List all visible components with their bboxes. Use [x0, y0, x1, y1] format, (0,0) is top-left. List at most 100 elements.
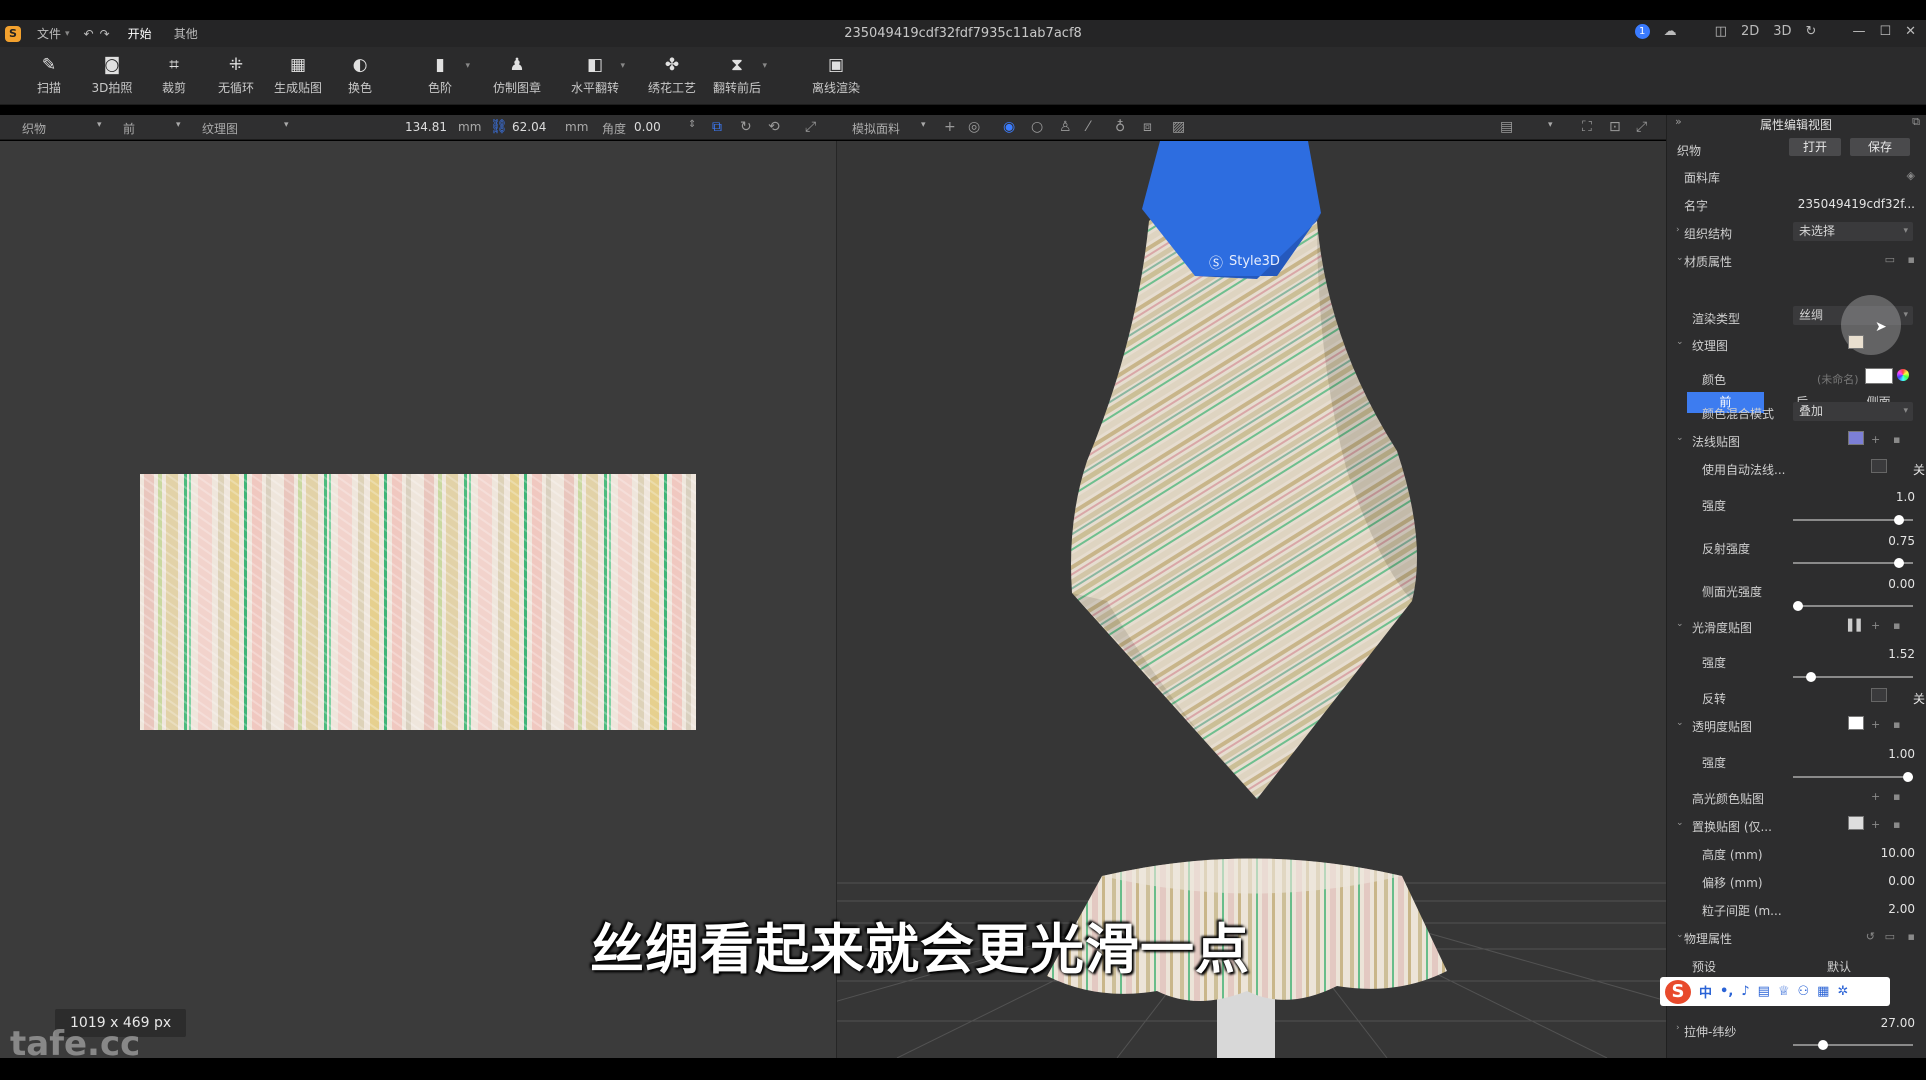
blend-mode-select[interactable]: 叠加 ▾ [1793, 402, 1913, 421]
save-icon[interactable]: ▪ [1908, 253, 1915, 266]
sim-select[interactable]: 模拟面料 [852, 120, 900, 137]
width-input[interactable]: 134.81 [405, 120, 447, 134]
shirt-icon[interactable]: ♙ [1059, 119, 1072, 135]
fit-icon[interactable]: ⛶ [1582, 119, 1592, 135]
tool-crop[interactable]: ⌗ 裁剪 [142, 55, 206, 96]
tool-stamp[interactable]: ♟ 仿制图章 [485, 55, 549, 96]
layout-icon[interactable]: ◫ [1715, 24, 1727, 39]
tool-seamless[interactable]: ⁜ 无循环 [204, 55, 268, 96]
chevron-down-icon[interactable]: ⌄ [1676, 253, 1684, 263]
slider-knob[interactable] [1903, 772, 1914, 782]
menu-start[interactable]: 开始 [128, 25, 152, 42]
texture-thumbnail[interactable] [1848, 335, 1864, 349]
angle-input[interactable]: 0.00 [634, 120, 661, 134]
add-icon[interactable]: + [944, 119, 956, 135]
delete-icon[interactable]: ▪ [1893, 718, 1900, 731]
line-tool-icon[interactable]: ⁄ [1087, 119, 1089, 135]
chevron-down-icon[interactable]: ⌄ [1676, 718, 1684, 728]
color-swatch[interactable] [1865, 368, 1893, 384]
cube-icon[interactable]: ◈ [1907, 169, 1915, 182]
add-icon[interactable]: + [1871, 433, 1880, 446]
undo-icon[interactable]: ↶ [84, 27, 94, 41]
display-icon[interactable]: ▤ [1500, 119, 1513, 135]
slider-knob[interactable] [1893, 558, 1904, 568]
light-icon[interactable]: ♁ [1115, 119, 1125, 135]
tool-generate-map[interactable]: ▦ 生成贴图 [266, 55, 330, 96]
stretch-slider[interactable] [1793, 1040, 1913, 1050]
delete-icon[interactable]: ▪ [1893, 433, 1900, 446]
add-icon[interactable]: + [1871, 818, 1880, 831]
ime-skin-icon[interactable]: ♕ [1778, 984, 1790, 999]
map-select[interactable]: 纹理图 [202, 120, 238, 137]
particle-distance-value[interactable]: 2.00 [1888, 902, 1915, 916]
view-3d-button[interactable]: 3D [1773, 24, 1791, 39]
chevron-down-icon[interactable]: ⌄ [1676, 930, 1684, 940]
chevron-down-icon[interactable]: ⌄ [1676, 337, 1684, 347]
height-input[interactable]: 62.04 [512, 120, 546, 134]
ime-keyboard-icon[interactable]: ▤ [1758, 984, 1770, 999]
tool-embroidery[interactable]: ✤ 绣花工艺 [640, 55, 704, 96]
rotate-ccw-icon[interactable]: ⟲ [768, 119, 780, 135]
gloss-map-thumbnail[interactable]: ▌▌ [1848, 619, 1865, 632]
ime-chinese-icon[interactable]: 中 [1699, 982, 1712, 1001]
tool-3d-photo[interactable]: ◙ 3D拍照 [80, 55, 144, 96]
tool-levels[interactable]: ▮ 色阶 ▾ [408, 55, 472, 96]
name-value[interactable]: 235049419cdf32f... [1798, 197, 1915, 211]
view-2d-button[interactable]: 2D [1741, 24, 1759, 39]
height-value[interactable]: 10.00 [1881, 846, 1915, 860]
folder-icon[interactable]: ▭ [1885, 253, 1895, 266]
folder-icon[interactable]: ▭ [1885, 930, 1895, 943]
side-select[interactable]: 前 [123, 120, 135, 137]
refresh-icon[interactable]: ↻ [1806, 24, 1817, 39]
normal-strength-slider[interactable] [1793, 515, 1913, 525]
save-button[interactable]: 保存 [1850, 138, 1910, 156]
preset-value[interactable]: 默认 [1827, 958, 1851, 975]
maximize-icon[interactable]: ☐ [1879, 24, 1891, 39]
menu-other[interactable]: 其他 [174, 25, 198, 42]
record-icon[interactable]: ◉ [1003, 119, 1015, 135]
fullscreen-icon[interactable]: ⤢ [1636, 119, 1647, 135]
menu-file[interactable]: 文件 [37, 25, 61, 42]
circle-icon[interactable]: ○ [1031, 119, 1043, 135]
slider-knob[interactable] [1893, 515, 1904, 525]
stepper-icon[interactable]: ⇕ [688, 119, 696, 130]
ime-settings-icon[interactable]: ✲ [1837, 984, 1848, 999]
rotate-cw-icon[interactable]: ↻ [740, 119, 752, 135]
offset-value[interactable]: 0.00 [1888, 874, 1915, 888]
image-icon[interactable]: ▨ [1172, 119, 1185, 135]
chevron-down-icon[interactable]: ⌄ [1676, 818, 1684, 828]
sogou-logo-icon[interactable]: S [1665, 979, 1691, 1004]
slider-knob[interactable] [1818, 1040, 1828, 1050]
tool-recolor[interactable]: ◐ 换色 [328, 55, 392, 96]
chevron-down-icon[interactable]: ⌄ [1676, 433, 1684, 443]
auto-normal-checkbox[interactable] [1871, 459, 1887, 473]
copy-icon[interactable]: ⧉ [712, 119, 722, 135]
displacement-map-thumbnail[interactable] [1848, 816, 1864, 830]
add-icon[interactable]: + [1871, 619, 1880, 632]
cloud-icon[interactable]: ☁ [1664, 24, 1677, 39]
tool-scan[interactable]: ✎ 扫描 [17, 55, 81, 96]
open-button[interactable]: 打开 [1789, 138, 1841, 156]
save-icon[interactable]: ▪ [1908, 930, 1915, 943]
tool-flip-horizontal[interactable]: ◧ 水平翻转 ▾ [563, 55, 627, 96]
object-select[interactable]: 织物 [22, 120, 46, 137]
popout-icon[interactable]: ⧉ [1912, 115, 1920, 129]
close-icon[interactable]: ✕ [1905, 24, 1916, 39]
slider-knob[interactable] [1792, 601, 1803, 611]
reset-icon[interactable]: ↺ [1866, 930, 1875, 943]
redo-icon[interactable]: ↷ [100, 27, 110, 41]
side-light-slider[interactable] [1792, 601, 1913, 611]
expand-icon[interactable]: ⤢ [805, 119, 816, 135]
color-wheel-icon[interactable] [1897, 369, 1909, 381]
opacity-strength-slider[interactable] [1793, 772, 1914, 782]
add-icon[interactable]: + [1871, 718, 1880, 731]
collapse-icon[interactable]: » [1675, 115, 1682, 128]
frame-icon[interactable]: ⊡ [1609, 119, 1621, 135]
chevron-right-icon[interactable]: › [1676, 225, 1680, 235]
invert-checkbox[interactable] [1871, 688, 1887, 702]
ime-voice-icon[interactable]: ♪ [1741, 984, 1749, 999]
notification-badge[interactable]: 1 [1634, 24, 1650, 39]
app-logo-icon[interactable]: S [5, 25, 21, 42]
tool-flip-front-back[interactable]: ⧗ 翻转前后 ▾ [705, 55, 769, 96]
normal-map-thumbnail[interactable] [1848, 431, 1864, 445]
